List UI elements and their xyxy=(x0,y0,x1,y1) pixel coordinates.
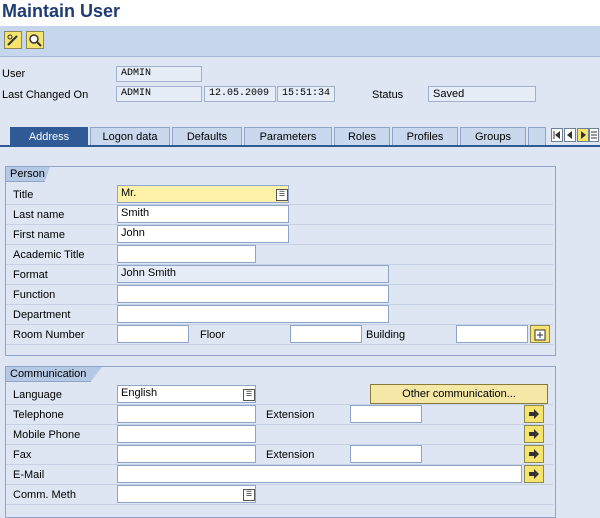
tab-defaults[interactable]: Defaults xyxy=(172,127,242,147)
arrow-right-icon xyxy=(529,469,539,479)
magnifier-icon xyxy=(29,34,42,47)
page-title: Maintain User xyxy=(2,1,121,21)
dropdown-icon[interactable]: ☰ xyxy=(243,389,255,401)
academic-title-field[interactable] xyxy=(117,245,256,263)
tab-roles[interactable]: Roles xyxy=(334,127,390,147)
change-display-button[interactable] xyxy=(4,31,22,49)
changed-time-value: 15:51:34 xyxy=(277,86,335,102)
status-value: Saved xyxy=(428,86,536,102)
tab-groups[interactable]: Groups xyxy=(460,127,526,147)
building-details-button[interactable] xyxy=(530,325,550,343)
floor-label: Floor xyxy=(200,329,226,341)
department-field[interactable] xyxy=(117,305,389,323)
dropdown-icon[interactable]: ☰ xyxy=(276,189,288,201)
floor-field[interactable] xyxy=(290,325,362,343)
last-changed-label: Last Changed On xyxy=(2,89,89,101)
last-name-field[interactable]: Smith xyxy=(117,205,289,223)
tab-logon-data[interactable]: Logon data xyxy=(90,127,170,147)
fax-extension-field[interactable] xyxy=(350,445,422,463)
telephone-label: Telephone xyxy=(13,409,64,421)
first-name-label: First name xyxy=(13,229,65,241)
title-select[interactable]: Mr. xyxy=(117,185,289,203)
tab-underline xyxy=(0,145,600,147)
language-select[interactable]: English xyxy=(117,385,256,403)
mobile-phone-field[interactable] xyxy=(117,425,256,443)
other-communication-button[interactable]: Other communication... xyxy=(370,384,548,404)
fax-more-button[interactable] xyxy=(524,445,544,463)
building-label: Building xyxy=(366,329,406,341)
function-label: Function xyxy=(13,289,56,301)
tab-scroll-left-button[interactable] xyxy=(564,128,576,142)
row-academic-title xyxy=(6,244,553,265)
user-label: User xyxy=(2,68,26,80)
user-value: ADMIN xyxy=(116,66,202,82)
tab-scroll-right-button[interactable] xyxy=(577,128,589,142)
room-number-field[interactable] xyxy=(117,325,189,343)
mobile-more-button[interactable] xyxy=(524,425,544,443)
arrow-right-icon xyxy=(529,449,539,459)
triangle-right-icon xyxy=(581,131,586,139)
plus-box-icon xyxy=(534,329,546,341)
telephone-more-button[interactable] xyxy=(524,405,544,423)
communication-group-title: Communication xyxy=(6,367,102,382)
changed-by-value: ADMIN xyxy=(116,86,202,102)
department-label: Department xyxy=(13,309,71,321)
first-icon xyxy=(553,131,560,139)
fax-extension-label: Extension xyxy=(266,449,315,461)
title-label: Title xyxy=(13,189,34,201)
building-field[interactable] xyxy=(456,325,528,343)
status-label: Status xyxy=(372,89,404,101)
tab-scroll-first-button[interactable] xyxy=(551,128,563,142)
format-label: Format xyxy=(13,269,48,281)
tab-list-button[interactable] xyxy=(589,128,599,142)
academic-title-label: Academic Title xyxy=(13,249,85,261)
mobile-phone-label: Mobile Phone xyxy=(13,429,81,441)
format-field: John Smith xyxy=(117,265,389,283)
tab-parameters[interactable]: Parameters xyxy=(244,127,332,147)
triangle-left-icon xyxy=(567,131,572,139)
first-name-field[interactable]: John xyxy=(117,225,289,243)
fax-label: Fax xyxy=(13,449,32,461)
tab-more[interactable] xyxy=(528,127,546,147)
arrow-right-icon xyxy=(529,409,539,419)
pencil-glasses-icon xyxy=(7,34,18,46)
row-mobile xyxy=(6,424,553,445)
email-field[interactable] xyxy=(117,465,522,483)
telephone-field[interactable] xyxy=(117,405,256,423)
arrow-right-icon xyxy=(529,429,539,439)
application-toolbar xyxy=(0,26,600,57)
person-group-title: Person xyxy=(6,167,50,182)
dropdown-icon[interactable]: ☰ xyxy=(243,489,255,501)
function-field[interactable] xyxy=(117,285,389,303)
telephone-extension-field[interactable] xyxy=(350,405,422,423)
row-comm-method xyxy=(6,484,553,505)
tab-profiles[interactable]: Profiles xyxy=(392,127,458,147)
fax-field[interactable] xyxy=(117,445,256,463)
email-label: E-Mail xyxy=(13,469,45,481)
extension-label: Extension xyxy=(266,409,315,421)
where-used-button[interactable] xyxy=(26,31,44,49)
language-label: Language xyxy=(13,389,62,401)
email-more-button[interactable] xyxy=(524,465,544,483)
comm-method-select[interactable] xyxy=(117,485,256,503)
comm-method-label: Comm. Meth xyxy=(13,489,76,501)
last-name-label: Last name xyxy=(13,209,65,221)
changed-date-value: 12.05.2009 xyxy=(204,86,276,102)
tab-address[interactable]: Address xyxy=(10,127,88,147)
list-icon xyxy=(591,131,597,139)
room-number-label: Room Number xyxy=(13,329,85,341)
